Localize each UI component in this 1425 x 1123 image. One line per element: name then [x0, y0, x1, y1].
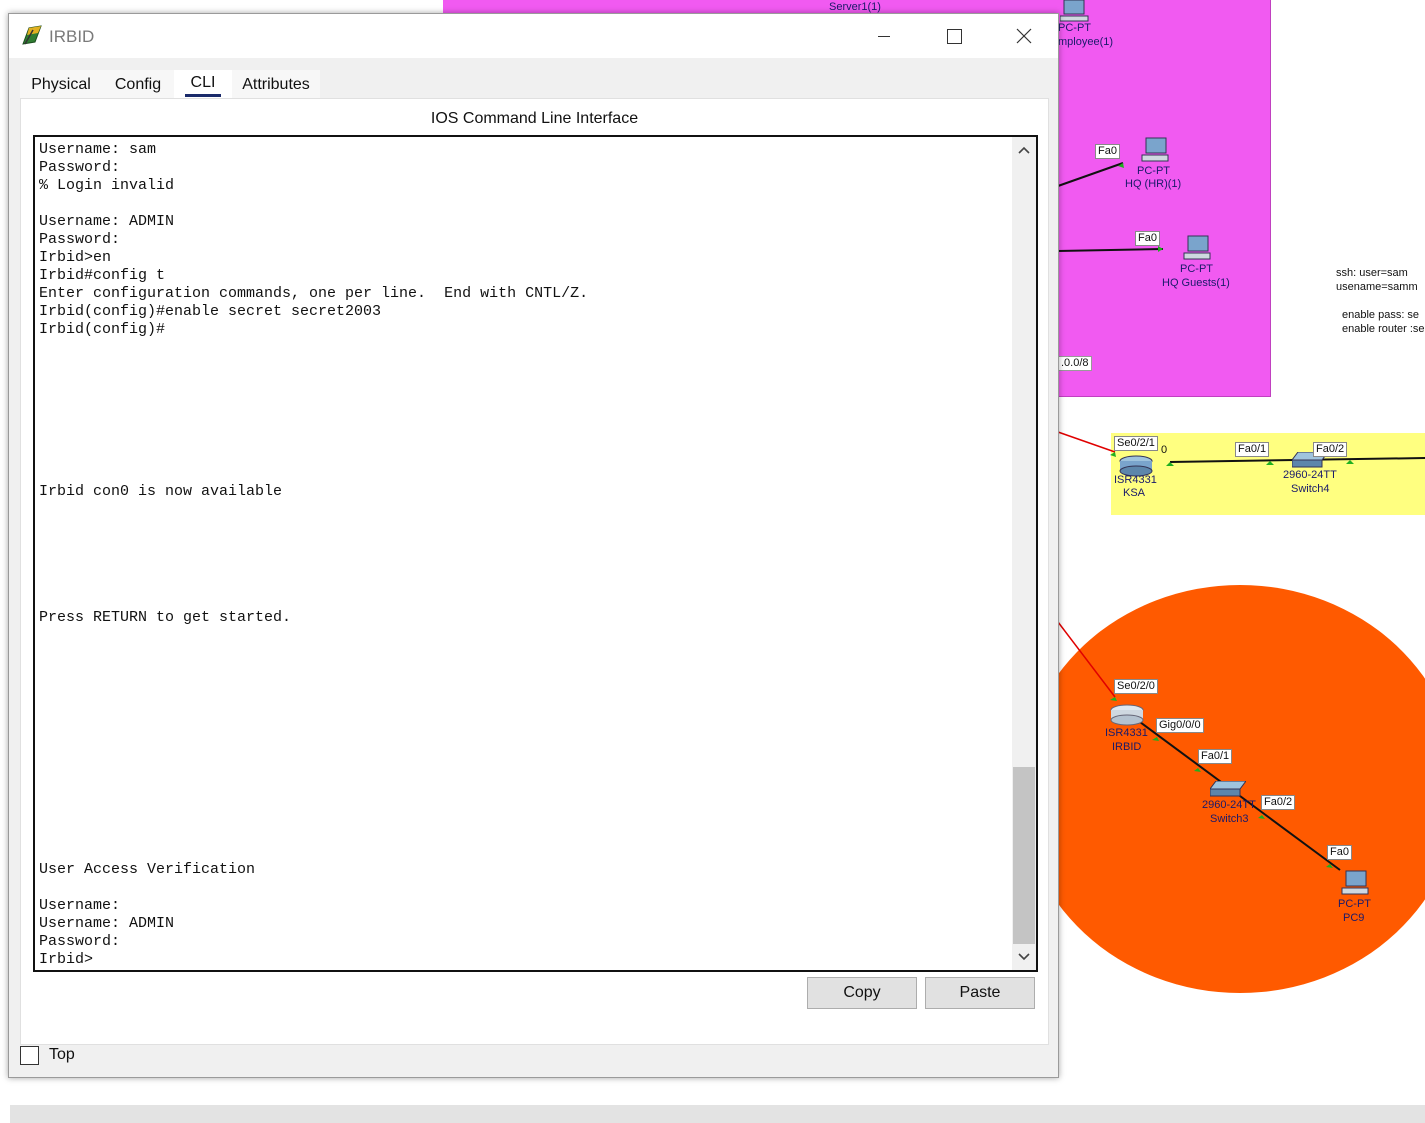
- cli-panel: IOS Command Line Interface Username: sam…: [20, 98, 1049, 1045]
- console-scrollbar[interactable]: [1012, 137, 1036, 970]
- tab-physical-label: Physical: [31, 76, 91, 93]
- tab-physical[interactable]: Physical: [20, 70, 102, 100]
- top-option[interactable]: Top: [20, 1044, 75, 1066]
- title-bar[interactable]: IRBID: [9, 14, 1058, 58]
- ksa-name-label: KSA: [1123, 487, 1146, 499]
- top-checkbox-label: Top: [49, 1046, 75, 1063]
- ksa-model-label: ISR4331: [1114, 474, 1157, 486]
- console-output[interactable]: Username: sam Password: % Login invalid …: [39, 141, 588, 969]
- device-tabs: Physical Config CLI Attributes: [20, 70, 1050, 100]
- pc-guests-type-label: PC-PT: [1180, 263, 1213, 275]
- port-tag-irbid-se: Se0/2/0: [1114, 679, 1158, 694]
- tab-config-label: Config: [114, 76, 162, 93]
- router-irbid-icon[interactable]: [1110, 704, 1144, 726]
- switch4-name-label: Switch4: [1291, 483, 1330, 495]
- port-tag-irbid-gig: Gig0/0/0: [1156, 718, 1204, 733]
- cli-console[interactable]: Username: sam Password: % Login invalid …: [33, 135, 1038, 972]
- port-tag-pc9-fa0: Fa0: [1327, 845, 1352, 860]
- window-title: IRBID: [49, 27, 95, 46]
- close-button[interactable]: [989, 14, 1059, 58]
- port-tag-guests-fa0: Fa0: [1135, 231, 1160, 246]
- pc9-name-label: PC9: [1343, 912, 1365, 924]
- port-tag-hr-fa0: Fa0: [1095, 144, 1120, 159]
- note-line: ssh: user=sam: [1336, 267, 1408, 279]
- packet-tracer-app-icon: [22, 25, 42, 45]
- scrollbar-thumb[interactable]: [1013, 767, 1035, 944]
- switch3-icon[interactable]: [1210, 781, 1246, 797]
- note-line: enable router :se: [1342, 323, 1425, 335]
- maximize-button[interactable]: [919, 14, 989, 58]
- irbid-name-label: IRBID: [1112, 741, 1142, 753]
- pc-employee-type-label: PC-PT: [1058, 22, 1091, 34]
- pc-hr-name-label: HQ (HR)(1): [1125, 178, 1182, 190]
- tab-cli[interactable]: CLI: [174, 70, 232, 100]
- pc-hr-type-label: PC-PT: [1137, 165, 1170, 177]
- close-icon: [1016, 28, 1032, 44]
- pc-guests-icon[interactable]: [1182, 235, 1212, 263]
- scroll-up-arrow-icon[interactable]: [1012, 137, 1036, 163]
- pc9-icon[interactable]: [1340, 870, 1370, 898]
- port-tag-sw3-fa02: Fa0/2: [1261, 795, 1296, 810]
- network-address-tag: .0.0/8: [1058, 356, 1092, 371]
- note-line: enable pass: se: [1342, 309, 1420, 321]
- switch3-model-label: 2960-24TT: [1202, 799, 1256, 811]
- maximize-icon: [946, 28, 962, 44]
- workspace-note[interactable]: ssh: user=sam usename=samm enable pass: …: [1336, 266, 1425, 336]
- tab-attributes-label: Attributes: [242, 76, 310, 93]
- port-tag-sw4-fa02: Fa0/2: [1313, 442, 1348, 457]
- tab-config[interactable]: Config: [102, 70, 174, 100]
- tab-attributes[interactable]: Attributes: [232, 70, 320, 100]
- port-tag-ksa-gig: 0: [1161, 444, 1168, 456]
- note-line: [1336, 294, 1425, 308]
- paste-button[interactable]: Paste: [925, 977, 1035, 1009]
- copy-button[interactable]: Copy: [807, 977, 917, 1009]
- switch4-model-label: 2960-24TT: [1283, 469, 1337, 481]
- device-dialog-window[interactable]: IRBID Physical Config CLI Attributes IOS…: [8, 13, 1059, 1078]
- note-line: usename=samm: [1336, 281, 1418, 293]
- port-tag-sw3-fa01: Fa0/1: [1198, 749, 1233, 764]
- pc9-type-label: PC-PT: [1338, 898, 1371, 910]
- switch3-name-label: Switch3: [1210, 813, 1249, 825]
- irbid-model-label: ISR4331: [1105, 727, 1148, 739]
- tab-cli-label: CLI: [184, 74, 222, 97]
- pc-hr-icon[interactable]: [1140, 137, 1170, 165]
- minimize-button[interactable]: [849, 14, 919, 58]
- pc-guests-name-label: HQ Guests(1): [1162, 277, 1230, 289]
- cli-heading: IOS Command Line Interface: [430, 110, 639, 127]
- port-tag-sw4-fa01: Fa0/1: [1235, 442, 1270, 457]
- pc-employee-name-label: mployee(1): [1058, 36, 1114, 48]
- minimize-icon: [878, 35, 890, 37]
- bottom-toolbar-strip: [10, 1105, 1425, 1123]
- scroll-down-arrow-icon[interactable]: [1012, 944, 1036, 970]
- top-checkbox[interactable]: [20, 1045, 39, 1065]
- port-tag-ksa-se: Se0/2/1: [1114, 436, 1158, 451]
